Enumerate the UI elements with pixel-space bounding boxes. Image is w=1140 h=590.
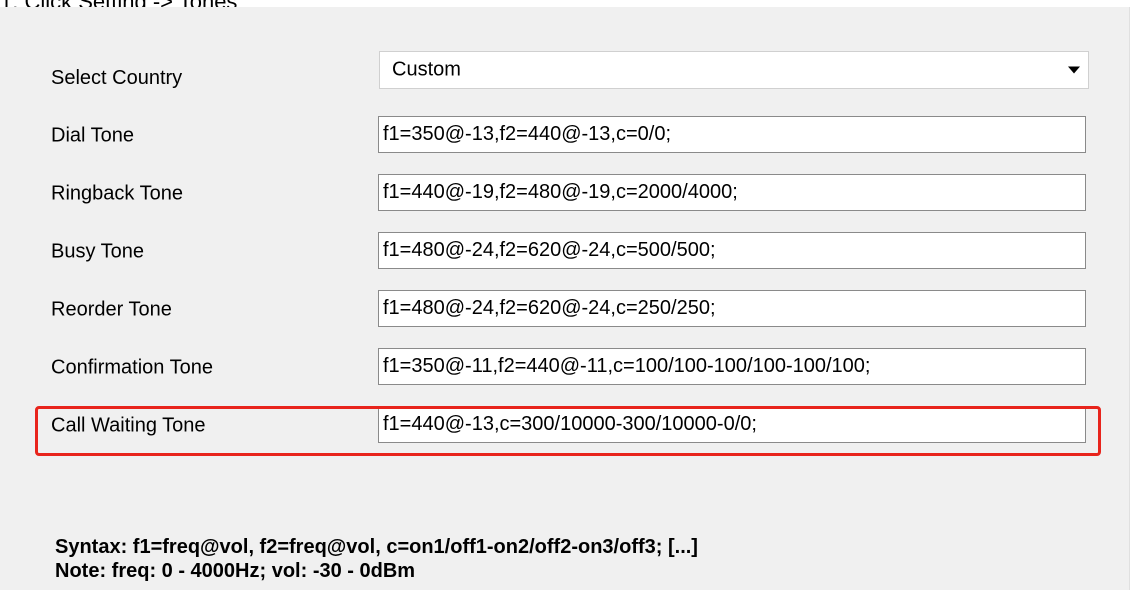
tone-row-confirmation: Confirmation Tone f1=350@-11,f2=440@-11,… xyxy=(30,344,1110,392)
ringback-tone-label: Ringback Tone xyxy=(51,182,183,205)
busy-tone-label: Busy Tone xyxy=(51,240,145,263)
tone-row-reorder: Reorder Tone f1=480@-24,f2=620@-24,c=250… xyxy=(30,286,1110,334)
call-waiting-tone-label: Call Waiting Tone xyxy=(51,414,206,437)
select-country-dropdown[interactable]: Custom xyxy=(379,51,1089,89)
chevron-down-icon[interactable] xyxy=(1068,66,1080,74)
tone-row-ringback: Ringback Tone f1=440@-19,f2=480@-19,c=20… xyxy=(30,170,1110,218)
reorder-tone-label: Reorder Tone xyxy=(51,298,172,321)
syntax-notes: Syntax: f1=freq@vol, f2=freq@vol, c=on1/… xyxy=(55,535,698,583)
dial-tone-input[interactable]: f1=350@-13,f2=440@-13,c=0/0; xyxy=(378,116,1086,153)
tone-row-call-waiting: Call Waiting Tone f1=440@-13,c=300/10000… xyxy=(30,402,1110,450)
reorder-tone-input[interactable]: f1=480@-24,f2=620@-24,c=250/250; xyxy=(378,290,1086,327)
syntax-note: Syntax: f1=freq@vol, f2=freq@vol, c=on1/… xyxy=(55,536,698,558)
call-waiting-tone-input[interactable]: f1=440@-13,c=300/10000-300/10000-0/0; xyxy=(378,406,1086,443)
select-country-value: Custom xyxy=(392,58,461,81)
ringback-tone-input[interactable]: f1=440@-19,f2=480@-19,c=2000/4000; xyxy=(378,174,1086,211)
confirmation-tone-label: Confirmation Tone xyxy=(51,356,213,379)
range-note: Note: freq: 0 - 4000Hz; vol: -30 - 0dBm xyxy=(55,560,416,582)
select-country-label: Select Country xyxy=(51,67,183,89)
confirmation-tone-input[interactable]: f1=350@-11,f2=440@-11,c=100/100-100/100-… xyxy=(378,348,1086,385)
tone-row-busy: Busy Tone f1=480@-24,f2=620@-24,c=500/50… xyxy=(30,228,1110,276)
tone-row-dial: Dial Tone f1=350@-13,f2=440@-13,c=0/0; xyxy=(30,112,1110,160)
dial-tone-label: Dial Tone xyxy=(51,124,135,147)
busy-tone-input[interactable]: f1=480@-24,f2=620@-24,c=500/500; xyxy=(378,232,1086,269)
tones-settings-panel: Select Country Custom Dial Tone f1=350@-… xyxy=(0,7,1130,590)
